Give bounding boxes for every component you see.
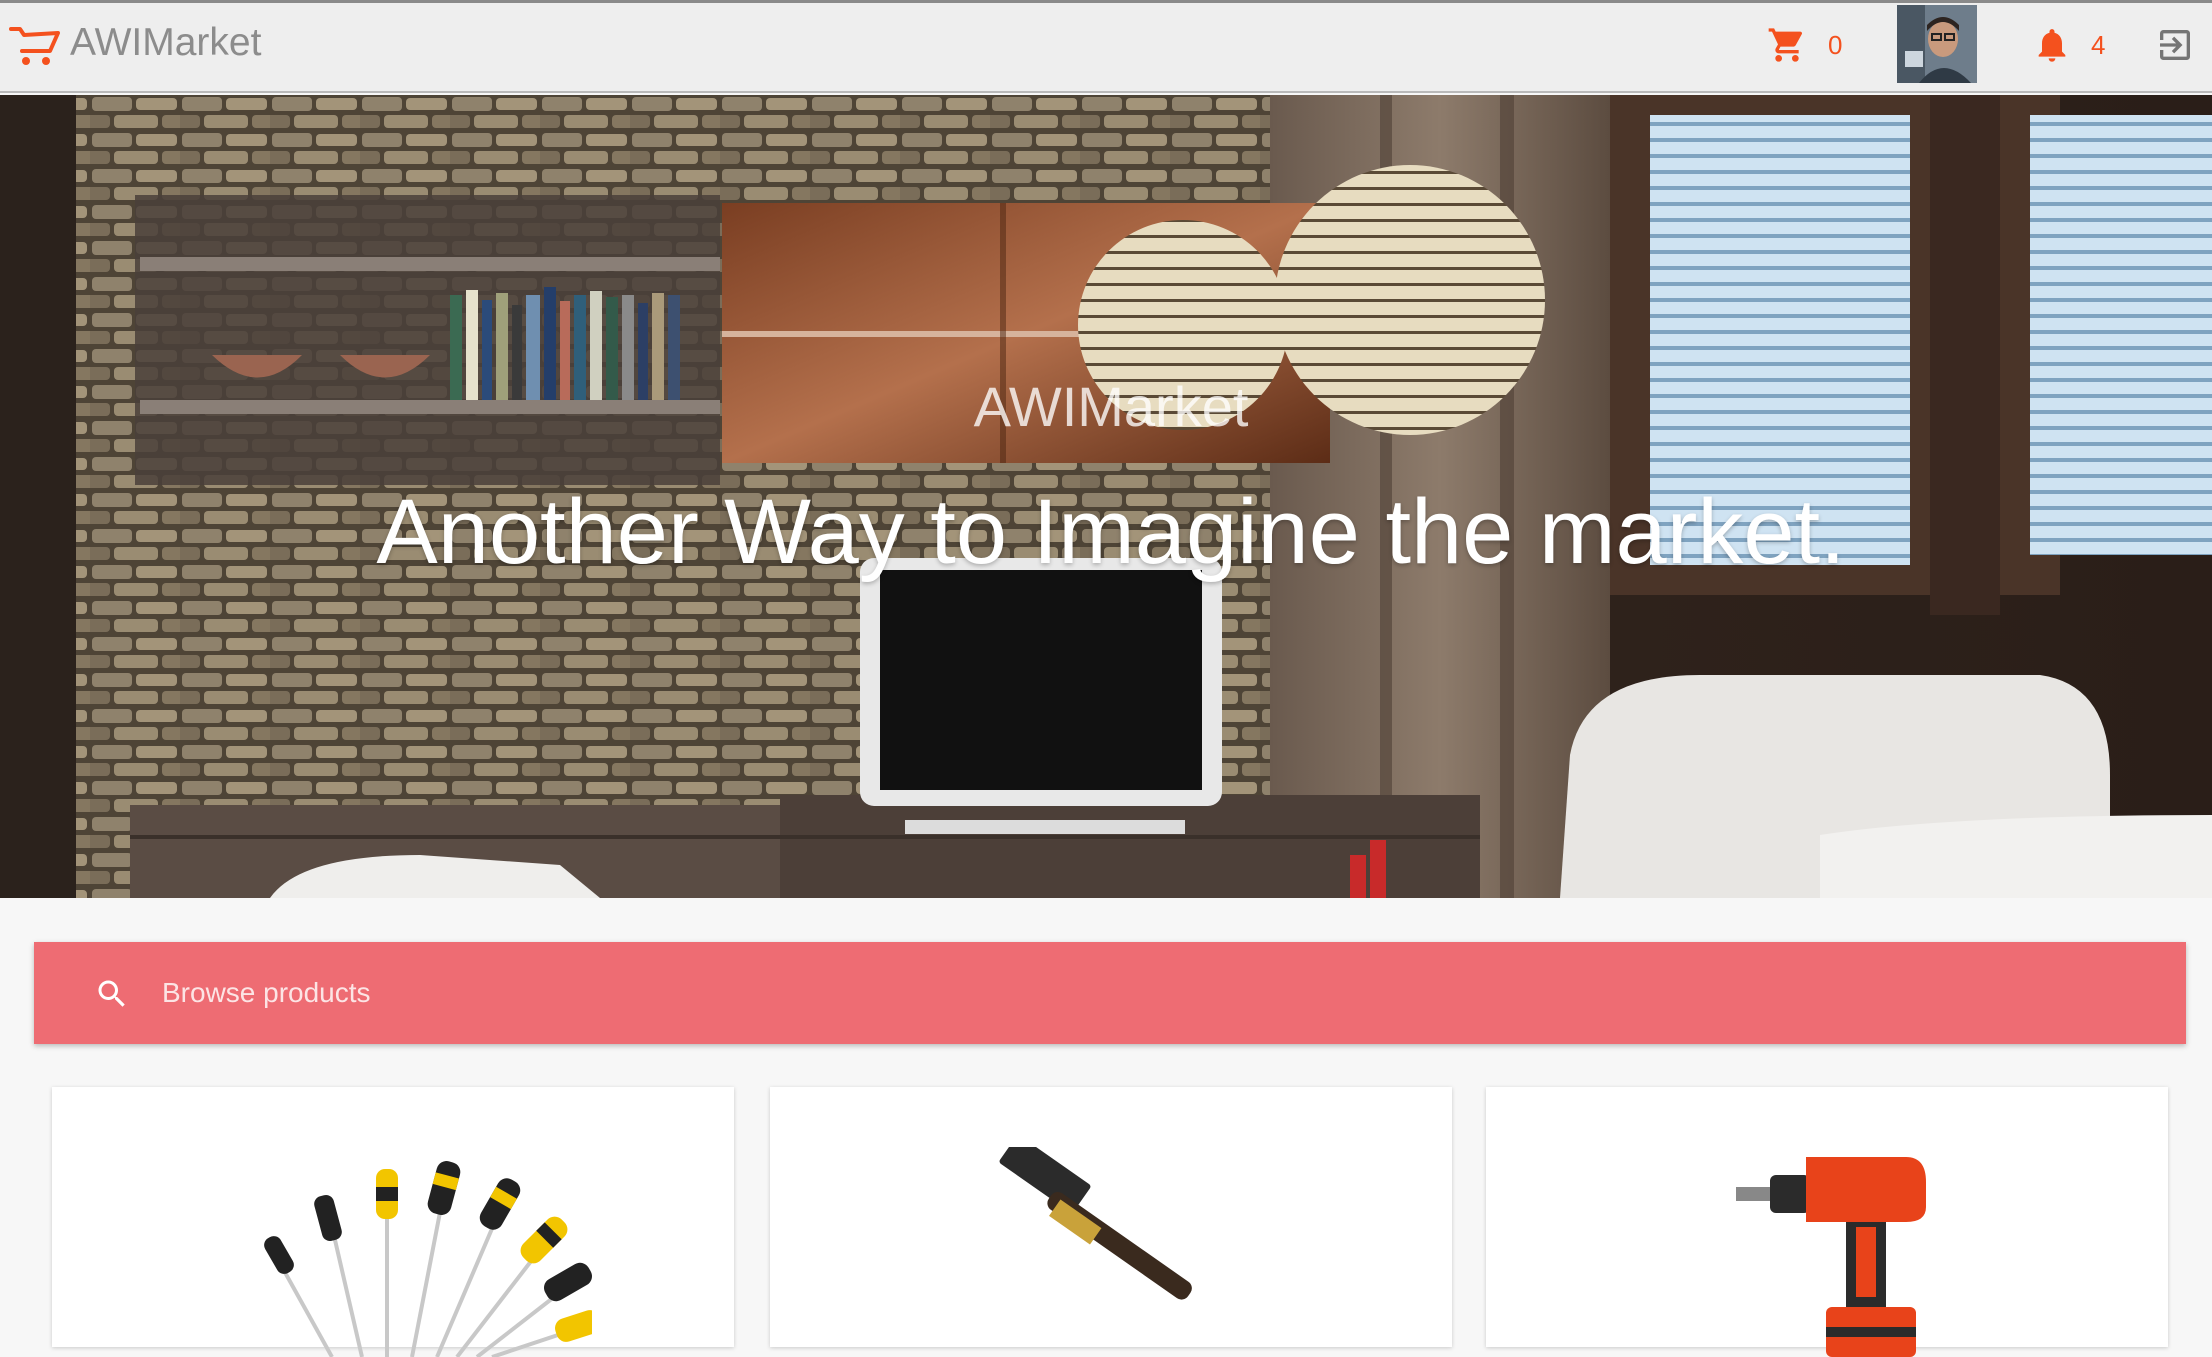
notifications-bell-icon[interactable] bbox=[2032, 25, 2072, 65]
product-card-hammer[interactable] bbox=[770, 1087, 1452, 1347]
cart-count-badge[interactable]: 0 bbox=[1828, 25, 1842, 65]
hero-tagline: Another Way to Imagine the market. bbox=[376, 481, 1846, 583]
screwdriver-set-image bbox=[264, 1161, 592, 1357]
search-input[interactable] bbox=[162, 970, 2062, 1016]
hammer-image bbox=[999, 1147, 1192, 1300]
user-avatar[interactable] bbox=[1897, 5, 1977, 83]
browse-products-search-bar[interactable] bbox=[34, 942, 2186, 1044]
power-drill-image bbox=[1736, 1157, 1926, 1357]
product-card-screwdrivers[interactable] bbox=[52, 1087, 734, 1357]
top-toolbar: AWIMarket 0 4 bbox=[0, 3, 2212, 93]
hero-brand-text: AWIMarket bbox=[973, 375, 1249, 438]
brand-name[interactable]: AWIMarket bbox=[70, 19, 261, 67]
brand-cart-icon[interactable] bbox=[8, 21, 62, 69]
cart-icon[interactable] bbox=[1767, 25, 1807, 65]
notifications-count-badge[interactable]: 4 bbox=[2091, 25, 2105, 65]
logout-icon[interactable] bbox=[2155, 25, 2195, 65]
search-icon bbox=[98, 980, 125, 1007]
hero-banner: AWIMarket Another Way to Imagine the mar… bbox=[0, 95, 2212, 898]
product-card-drill[interactable] bbox=[1486, 1087, 2168, 1357]
